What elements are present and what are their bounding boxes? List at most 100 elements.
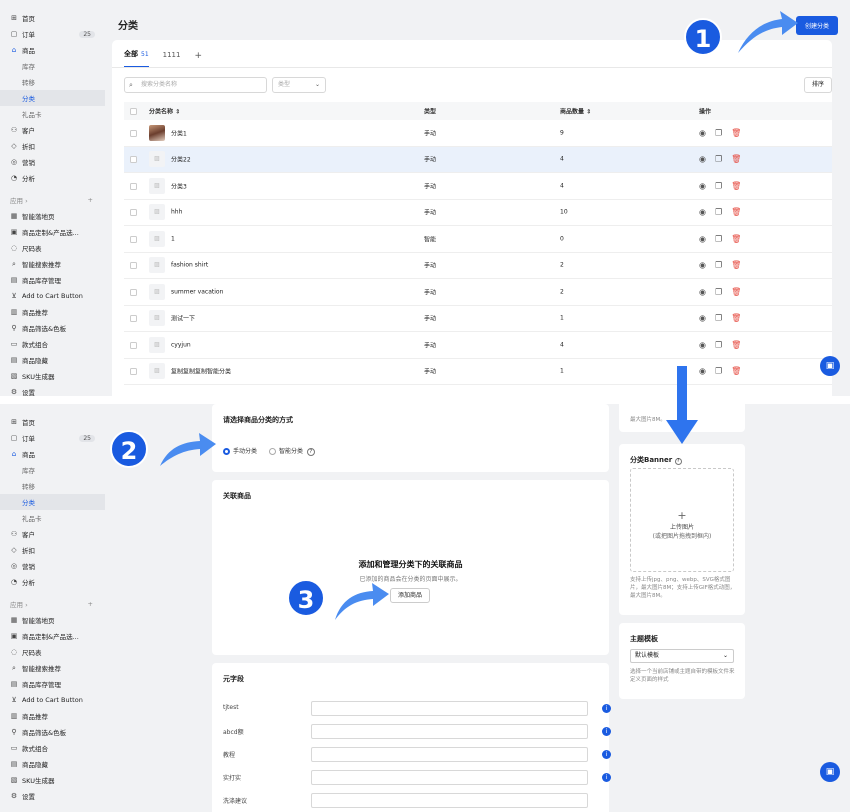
sidebar-item[interactable]: 库存 (0, 58, 105, 74)
row-checkbox[interactable] (130, 235, 137, 243)
meta-field-input[interactable] (311, 701, 588, 716)
row-checkbox[interactable] (130, 288, 137, 296)
sidebar-item[interactable]: ⊻ Add to Cart Button (0, 692, 105, 708)
sidebar-item[interactable]: ◎ 营销 (0, 154, 105, 170)
sidebar-item[interactable]: ▧ SKU生成器 (0, 772, 105, 788)
info-icon[interactable]: i (602, 704, 611, 713)
smart-radio[interactable]: 智能分类 ? (268, 448, 315, 456)
sidebar-item[interactable]: 礼品卡 (0, 510, 105, 526)
select-all-checkbox[interactable] (130, 108, 137, 115)
meta-field-input[interactable] (311, 724, 588, 739)
sidebar-item[interactable]: ⊞ 首页 (0, 414, 105, 430)
sidebar-item[interactable]: ◔ 分析 (0, 574, 105, 590)
delete-icon[interactable]: 🗑 (731, 155, 741, 164)
sidebar-item[interactable]: ⚲ 商品筛选&色板 (0, 320, 105, 336)
sidebar-item[interactable]: 分类 (0, 90, 105, 106)
table-row[interactable]: ▨ fashion shirt 手动 2 ◉ ❐ 🗑 (124, 253, 832, 279)
row-checkbox[interactable] (130, 315, 137, 323)
header-name[interactable]: 分类名称 ⇕ (149, 107, 180, 116)
sidebar-item[interactable]: ▤ 商品库存管理 (0, 272, 105, 288)
view-icon[interactable]: ◉ (699, 261, 706, 270)
row-checkbox[interactable] (130, 341, 137, 349)
view-icon[interactable]: ◉ (699, 208, 706, 217)
delete-icon[interactable]: 🗑 (731, 340, 741, 349)
row-checkbox[interactable] (130, 262, 137, 270)
sidebar-item[interactable]: ▤ 商品隐藏 (0, 352, 105, 368)
category-name[interactable]: summer vacation (171, 288, 223, 295)
manual-radio[interactable]: 手动分类 (223, 448, 257, 455)
copy-icon[interactable]: ❐ (715, 155, 722, 164)
view-icon[interactable]: ◉ (699, 155, 706, 164)
sidebar-item[interactable]: ⚙ 设置 (0, 788, 105, 804)
table-row[interactable]: ▨ 分类3 手动 4 ◉ ❐ 🗑 (124, 173, 832, 200)
sidebar-item[interactable]: ⌕ 智能搜索推荐 (0, 660, 105, 676)
chat-support-icon[interactable]: ▣ (820, 762, 840, 782)
delete-icon[interactable]: 🗑 (731, 181, 741, 190)
sidebar-item[interactable]: ▤ 商品库存管理 (0, 676, 105, 692)
table-row[interactable]: ▨ cyyjun 手动 4 ◉ ❐ 🗑 (124, 332, 832, 359)
tab-1111[interactable]: 1111 (163, 51, 181, 66)
info-icon[interactable]: i (602, 773, 611, 782)
help-icon[interactable]: ? (674, 458, 682, 465)
copy-icon[interactable]: ❐ (715, 261, 722, 270)
row-checkbox[interactable] (130, 156, 137, 164)
chat-support-icon[interactable]: ▣ (820, 356, 840, 376)
category-name[interactable]: 分类1 (171, 128, 187, 137)
row-checkbox[interactable] (130, 129, 137, 137)
sidebar-item[interactable]: ◌ 尺码表 (0, 644, 105, 660)
sidebar-item[interactable]: ⌕ 智能搜索推荐 (0, 256, 105, 272)
banner-upload-area[interactable]: + 上传图片 (或把图片拖拽到框内) (630, 468, 734, 572)
sidebar-item[interactable]: ⚙ 设置 (0, 384, 105, 396)
sidebar-item[interactable]: ⚲ 商品筛选&色板 (0, 724, 105, 740)
sidebar-item[interactable]: 礼品卡 (0, 106, 105, 122)
delete-icon[interactable]: 🗑 (731, 367, 741, 376)
row-checkbox[interactable] (130, 182, 137, 190)
delete-icon[interactable]: 🗑 (731, 287, 741, 296)
view-icon[interactable]: ◉ (699, 287, 706, 296)
category-name[interactable]: 分类3 (171, 181, 187, 190)
copy-icon[interactable]: ❐ (715, 128, 722, 137)
info-icon[interactable]: i (602, 727, 611, 736)
sidebar-item[interactable]: ▢ 订单 25 (0, 26, 105, 42)
sidebar-item[interactable]: ▥ 商品推荐 (0, 304, 105, 320)
sidebar-item[interactable]: ◔ 分析 (0, 170, 105, 186)
sidebar-item[interactable]: 库存 (0, 462, 105, 478)
sidebar-item[interactable]: ⌂ 商品 (0, 42, 105, 58)
tab-all[interactable]: 全部 51 (124, 49, 149, 68)
sidebar-item[interactable]: ▦ 智能落地页 (0, 612, 105, 628)
table-row[interactable]: ▨ summer vacation 手动 2 ◉ ❐ 🗑 (124, 279, 832, 306)
table-row[interactable]: ▨ 1 智能 0 ◉ ❐ 🗑 (124, 226, 832, 253)
copy-icon[interactable]: ❐ (715, 287, 722, 296)
add-tab-button[interactable]: + (194, 51, 202, 66)
add-app-button[interactable]: + (88, 600, 93, 608)
sidebar-item[interactable]: ▤ 商品隐藏 (0, 756, 105, 772)
sidebar-item[interactable]: ⚇ 客户 (0, 526, 105, 542)
add-product-button[interactable]: 添加商品 (390, 588, 430, 603)
sidebar-item[interactable]: ▣ 商品定制&产品选... (0, 628, 105, 644)
info-icon[interactable]: i (602, 750, 611, 759)
sidebar-item[interactable]: 转移 (0, 74, 105, 90)
sidebar-item[interactable]: 转移 (0, 478, 105, 494)
sidebar-item[interactable]: ▢ 订单 25 (0, 430, 105, 446)
copy-icon[interactable]: ❐ (715, 367, 722, 376)
delete-icon[interactable]: 🗑 (731, 261, 741, 270)
meta-field-input[interactable] (311, 770, 588, 785)
sidebar-item[interactable]: ▧ SKU生成器 (0, 368, 105, 384)
category-name[interactable]: fashion shirt (171, 262, 208, 269)
table-row[interactable]: ▨ 测试一下 手动 1 ◉ ❐ 🗑 (124, 306, 832, 332)
table-row[interactable]: ▨ 复制复制复制智能分类 手动 1 ◉ ❐ 🗑 (124, 359, 832, 385)
header-count[interactable]: 商品数量 ⇕ (560, 107, 591, 116)
meta-field-input[interactable] (311, 747, 588, 762)
create-category-button[interactable]: 创建分类 (795, 16, 838, 35)
sidebar-item[interactable]: ▭ 款式组合 (0, 336, 105, 352)
copy-icon[interactable]: ❐ (715, 181, 722, 190)
help-icon[interactable]: ? (306, 448, 315, 456)
template-select[interactable]: 默认模板 ⌄ (630, 649, 734, 663)
category-name[interactable]: 复制复制复制智能分类 (171, 367, 231, 376)
view-icon[interactable]: ◉ (699, 234, 706, 243)
sidebar-item[interactable]: ⚇ 客户 (0, 122, 105, 138)
category-name[interactable]: hhh (171, 209, 182, 216)
delete-icon[interactable]: 🗑 (731, 234, 741, 243)
delete-icon[interactable]: 🗑 (731, 314, 741, 323)
sidebar-item[interactable]: ◌ 尺码表 (0, 240, 105, 256)
